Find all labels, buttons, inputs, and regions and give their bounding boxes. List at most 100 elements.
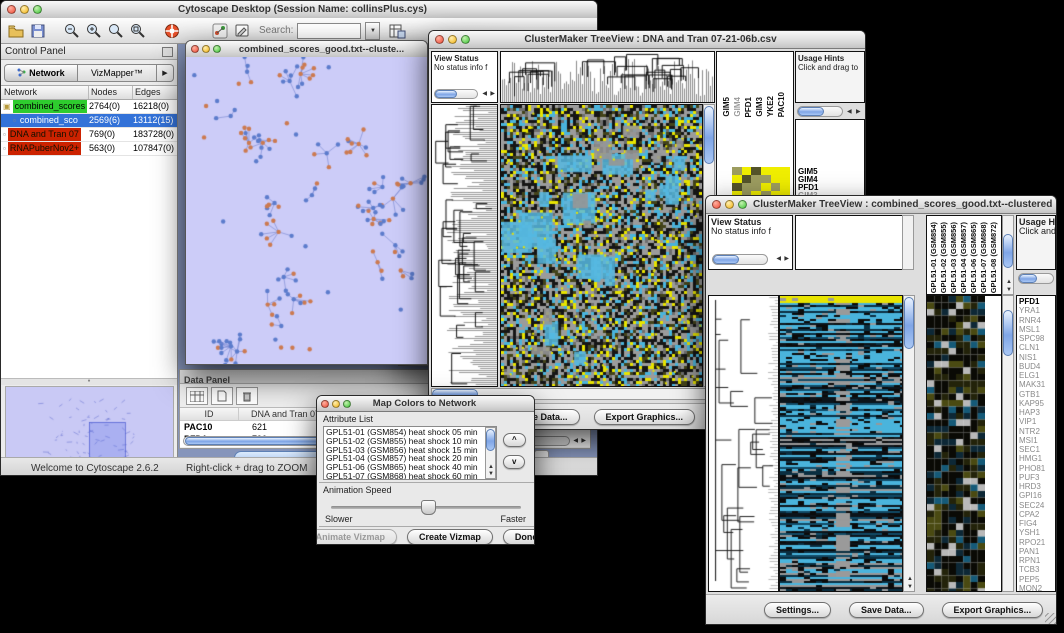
zoom-button[interactable] — [213, 45, 221, 53]
attribute-list-item[interactable]: GPL51-06 (GSM865) heat shock 40 min — [326, 463, 494, 472]
gene-label[interactable]: PUF3 — [1019, 473, 1055, 482]
panel-splitter[interactable]: ● — [1, 379, 177, 385]
gene-label[interactable]: YSH1 — [1019, 528, 1055, 537]
tv1-left-dendrogram[interactable] — [431, 104, 498, 387]
col-header-nodes[interactable]: Nodes — [89, 86, 133, 99]
dp-header-id[interactable]: ID — [180, 408, 239, 420]
gene-label[interactable]: FIG4 — [1019, 519, 1055, 528]
scroll-right-arrow[interactable]: ▶ — [784, 256, 789, 262]
gene-label[interactable]: MSL1 — [1019, 325, 1055, 334]
scroll-up-arrow[interactable]: ▲ — [907, 576, 913, 582]
close-button[interactable] — [712, 200, 721, 209]
close-button[interactable] — [191, 45, 199, 53]
network-row[interactable]: ▣combined_scores2764(0)16218(0) — [1, 100, 177, 114]
attribute-list-item[interactable]: GPL51-04 (GSM857) heat shock 20 min — [326, 454, 494, 463]
export-graphics--button[interactable]: Export Graphics... — [942, 602, 1044, 618]
gene-label[interactable]: NTR2 — [1019, 427, 1055, 436]
minimize-button[interactable] — [725, 200, 734, 209]
gene-label[interactable]: GTB1 — [1019, 390, 1055, 399]
scroll-down-arrow[interactable]: ▼ — [1006, 287, 1012, 293]
gene-label[interactable]: NIS1 — [1019, 353, 1055, 362]
treeview1-titlebar[interactable]: ClusterMaker TreeView : DNA and Tran 07-… — [429, 31, 865, 49]
zoom-button[interactable] — [33, 5, 42, 14]
gene-label[interactable]: HAP3 — [1019, 408, 1055, 417]
node-edit-icon[interactable] — [211, 22, 229, 40]
search-dropdown-button[interactable]: ▼ — [365, 22, 380, 40]
tv2-zoom-slider[interactable] — [1018, 273, 1054, 284]
scroll-up-arrow[interactable]: ▲ — [488, 464, 494, 470]
settings--button[interactable]: Settings... — [764, 602, 831, 618]
help-lifering-icon[interactable] — [163, 22, 181, 40]
network-row[interactable]: ▫RNAPuberNov2+563(0)107847(0) — [1, 142, 177, 156]
gene-label[interactable]: CLN1 — [1019, 343, 1055, 352]
gene-label[interactable]: RNR4 — [1019, 316, 1055, 325]
zoom-button[interactable] — [738, 200, 747, 209]
tv1-status-scrollbar[interactable] — [434, 89, 478, 99]
move-up-button[interactable]: ^ — [503, 433, 526, 447]
scroll-left-arrow[interactable]: ◀ — [482, 91, 487, 97]
scroll-down-arrow[interactable]: ▼ — [488, 471, 494, 477]
minimize-button[interactable] — [448, 35, 457, 44]
network-row[interactable]: ▫DNA and Tran 07769(0)183728(0) — [1, 128, 177, 142]
gene-label[interactable]: PFD1 — [1019, 297, 1055, 306]
attribute-listbox[interactable]: GPL51-01 (GSM854) heat shock 05 minGPL51… — [323, 426, 497, 480]
attribute-list-item[interactable]: GPL51-03 (GSM856) heat shock 15 min — [326, 446, 494, 455]
delete-attribute-icon[interactable] — [236, 387, 258, 405]
tv2-detail-vscrollbar[interactable] — [1002, 295, 1014, 592]
scroll-left-arrow[interactable]: ◀ — [573, 438, 578, 444]
gene-label[interactable]: BUD4 — [1019, 362, 1055, 371]
save-data--button[interactable]: Save Data... — [849, 602, 924, 618]
scroll-right-arrow[interactable]: ▶ — [856, 109, 861, 115]
gene-label[interactable]: HRD3 — [1019, 482, 1055, 491]
attribute-list-item[interactable]: GPL51-02 (GSM855) heat shock 10 min — [326, 437, 494, 446]
scroll-left-arrow[interactable]: ◀ — [776, 256, 781, 262]
gene-label[interactable]: SEC1 — [1019, 445, 1055, 454]
zoom-button[interactable] — [461, 35, 470, 44]
minimize-button[interactable] — [332, 400, 340, 408]
gene-label[interactable]: RPN1 — [1019, 556, 1055, 565]
gene-label[interactable]: PHO81 — [1019, 464, 1055, 473]
tv1-heatmap[interactable] — [500, 104, 703, 387]
gene-label[interactable]: SEC24 — [1019, 501, 1055, 510]
speed-slider-thumb[interactable] — [421, 500, 436, 515]
gene-label[interactable]: GPI16 — [1019, 491, 1055, 500]
close-button[interactable] — [7, 5, 16, 14]
gene-label[interactable]: RPO21 — [1019, 538, 1055, 547]
tab-overflow-button[interactable]: ▶ — [157, 64, 174, 82]
gene-label[interactable]: VIP1 — [1019, 417, 1055, 426]
close-button[interactable] — [435, 35, 444, 44]
done-button[interactable]: Done — [503, 529, 535, 545]
tv2-detail-heatmap[interactable] — [926, 295, 1002, 592]
network-view[interactable] — [186, 57, 427, 365]
tv2-left-dendrogram[interactable] — [708, 295, 779, 592]
import-table-icon[interactable] — [388, 22, 406, 40]
gene-label[interactable]: HMG1 — [1019, 454, 1055, 463]
zoom-selected-icon[interactable] — [129, 22, 147, 40]
tv2-status-scrollbar[interactable] — [712, 254, 768, 265]
new-attribute-icon[interactable] — [211, 387, 233, 405]
scroll-right-arrow[interactable]: ▶ — [490, 91, 495, 97]
attribute-list-item[interactable]: GPL51-01 (GSM854) heat shock 05 min — [326, 428, 494, 437]
scroll-right-arrow[interactable]: ▶ — [581, 438, 586, 444]
move-down-button[interactable]: v — [503, 455, 525, 469]
tv2-heatmap-vscrollbar[interactable]: ▲ ▼ — [903, 295, 915, 592]
zoom-in-icon[interactable] — [85, 22, 103, 40]
gene-label[interactable]: TCB3 — [1019, 565, 1055, 574]
export-graphics--button[interactable]: Export Graphics... — [594, 409, 696, 425]
treeview2-titlebar[interactable]: ClusterMaker TreeView : combined_scores_… — [706, 196, 1056, 214]
tv2-heatmap[interactable] — [779, 295, 903, 592]
gene-label[interactable]: CPA2 — [1019, 510, 1055, 519]
table-mode-icon[interactable] — [186, 387, 208, 405]
minimize-button[interactable] — [20, 5, 29, 14]
scroll-up-arrow[interactable]: ▲ — [1006, 279, 1012, 285]
zoom-out-icon[interactable] — [63, 22, 81, 40]
save-icon[interactable] — [29, 22, 47, 40]
tv2-collabel-scrollbar[interactable]: ▲ ▼ — [1002, 215, 1014, 295]
network-row[interactable]: ▫combined_sco2569(6)13112(15) — [1, 114, 177, 128]
dialog-titlebar[interactable]: Map Colors to Network — [317, 396, 534, 412]
cytoscape-titlebar[interactable]: Cytoscape Desktop (Session Name: collins… — [1, 1, 597, 19]
tab-network[interactable]: Network — [4, 64, 78, 82]
gene-label[interactable]: MSI1 — [1019, 436, 1055, 445]
create-vizmap-button[interactable]: Create Vizmap — [407, 529, 493, 545]
gene-label[interactable]: KAP95 — [1019, 399, 1055, 408]
